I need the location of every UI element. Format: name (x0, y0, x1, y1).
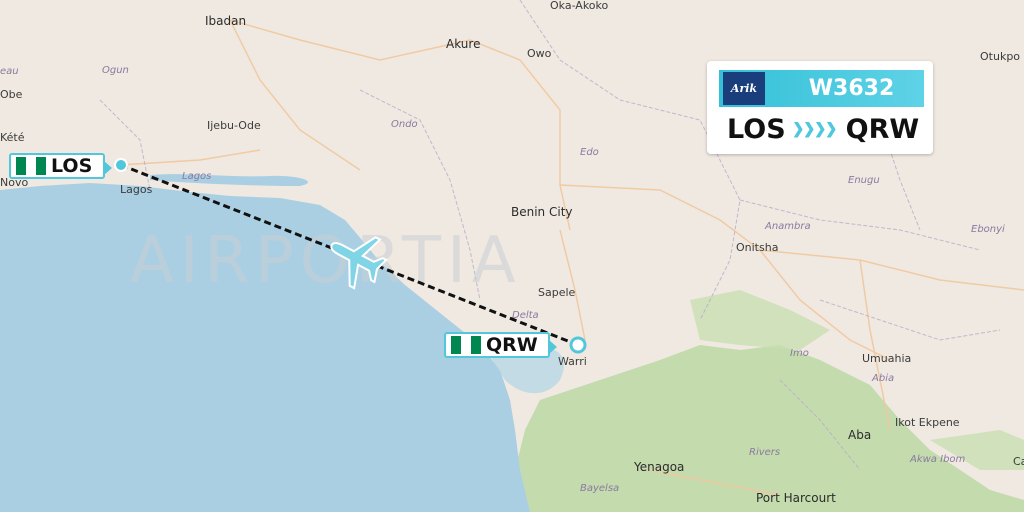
tag-pointer (104, 161, 112, 175)
watermark: AIRPORTIA (130, 224, 522, 298)
city-label: Lagos (120, 183, 153, 196)
destination-code: QRW (486, 334, 538, 356)
flight-header: Arik W3632 (719, 70, 924, 107)
origin-code: LOS (51, 155, 93, 177)
city-label: Ibadan (205, 14, 246, 28)
city-label: Kété (0, 131, 25, 144)
region-label: Anambra (764, 221, 811, 232)
region-label: Enugu (848, 175, 880, 186)
city-label: Ikot Ekpene (895, 416, 960, 429)
city-label: Yenagoa (633, 460, 684, 474)
flight-info-card[interactable]: Arik W3632 LOS QRW (707, 61, 933, 154)
city-label: Umuahia (862, 352, 911, 365)
flight-number: W3632 (808, 76, 895, 101)
city-label: Obe (0, 88, 23, 101)
city-label: Ca (1013, 455, 1024, 468)
region-label: Ondo (391, 119, 418, 130)
destination-airport-marker[interactable] (569, 336, 587, 354)
region-label: Ogun (102, 65, 129, 76)
city-label: Onitsha (736, 241, 778, 254)
region-label: Abia (871, 373, 894, 384)
city-label: Owo (527, 47, 552, 60)
city-label: Port Harcourt (756, 491, 836, 505)
route-arrows-icon (794, 122, 838, 138)
city-label: Akure (446, 37, 480, 51)
city-label: Ijebu-Ode (207, 119, 261, 132)
nigeria-flag-icon (16, 157, 46, 175)
region-label: Rivers (749, 447, 780, 458)
region-label: eau (0, 66, 19, 77)
city-label: Sapele (538, 286, 576, 299)
region-label: Bayelsa (580, 483, 619, 494)
region-label: Imo (790, 348, 809, 359)
origin-airport-marker[interactable] (114, 158, 128, 172)
route-to-code: QRW (845, 114, 920, 145)
city-label: Oka-Akoko (550, 0, 609, 12)
city-label: Otukpo (980, 50, 1020, 63)
region-label: Ebonyi (971, 224, 1005, 235)
city-label: Benin City (511, 205, 573, 219)
origin-airport-tag[interactable]: LOS (9, 153, 112, 179)
city-label: Aba (848, 428, 871, 442)
region-label: Edo (580, 147, 599, 158)
nigeria-flag-icon (451, 336, 481, 354)
airline-logo: Arik (723, 72, 765, 105)
tag-pointer (549, 340, 557, 354)
route-from-code: LOS (727, 114, 786, 145)
route-summary: LOS QRW (727, 114, 919, 145)
city-label: Warri (558, 355, 587, 368)
region-label: Akwa Ibom (909, 454, 966, 465)
destination-airport-tag[interactable]: QRW (444, 332, 557, 358)
region-label: Lagos (182, 171, 211, 182)
